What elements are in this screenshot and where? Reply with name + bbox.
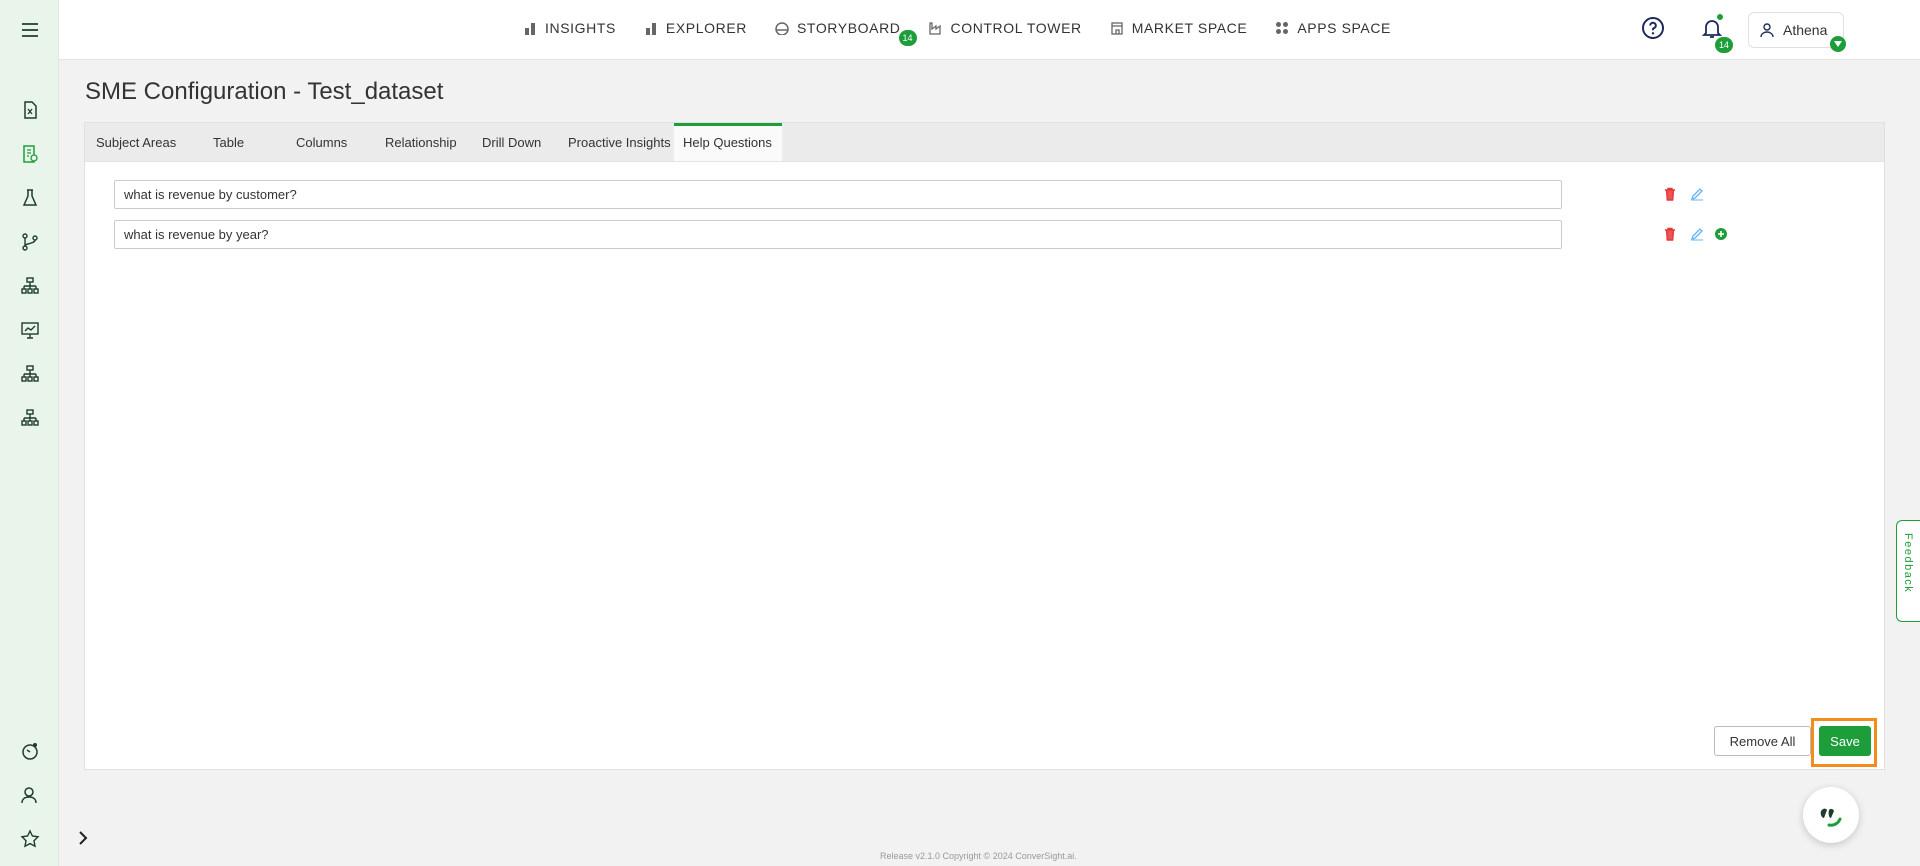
nav-apps-space[interactable]: APPS SPACE: [1275, 20, 1391, 36]
nav-label: MARKET SPACE: [1131, 20, 1248, 36]
save-button[interactable]: Save: [1819, 726, 1871, 756]
nav-market-space[interactable]: MARKET SPACE: [1110, 20, 1248, 36]
storyboard-badge: 14: [898, 30, 917, 46]
dashboard-icon: [775, 22, 789, 35]
feedback-label: Feedback: [1902, 533, 1914, 594]
chat-assistant-button[interactable]: [1803, 787, 1859, 843]
presentation-icon[interactable]: [18, 318, 42, 342]
users-icon[interactable]: [18, 783, 42, 807]
page-title: SME Configuration - Test_dataset: [85, 78, 444, 105]
report-document-icon[interactable]: [18, 142, 42, 166]
config-panel: Subject Areas Table Columns Relationship…: [84, 122, 1885, 770]
edit-icon[interactable]: [1690, 227, 1704, 241]
tab-label: Relationship: [385, 134, 457, 150]
left-sidebar: [0, 0, 59, 866]
factory-icon: [928, 22, 941, 35]
tab-table[interactable]: Table: [192, 123, 277, 161]
expand-sidebar-chevron-icon[interactable]: [71, 826, 95, 850]
user-icon: [1760, 23, 1774, 38]
notification-dot: [1717, 14, 1723, 20]
tab-columns[interactable]: Columns: [277, 123, 376, 161]
flask-icon[interactable]: [18, 186, 42, 210]
tab-label: Drill Down: [482, 134, 542, 150]
tab-subject-areas[interactable]: Subject Areas: [85, 123, 192, 161]
timer-icon[interactable]: [18, 739, 42, 763]
help-question-input[interactable]: [114, 220, 1562, 249]
delete-icon[interactable]: [1663, 187, 1677, 201]
tab-label: Help Questions: [683, 134, 772, 150]
help-question-input[interactable]: [114, 180, 1562, 209]
delete-icon[interactable]: [1663, 227, 1677, 241]
tab-label: Table: [213, 134, 245, 150]
nav-label: STORYBOARD: [796, 20, 901, 36]
footer-copyright: Release v2.1.0 Copyright © 2024 ConverSi…: [880, 851, 1077, 861]
branch-icon[interactable]: [18, 230, 42, 254]
edit-icon[interactable]: [1690, 187, 1704, 201]
grid-icon: [1276, 22, 1289, 34]
help-icon[interactable]: [1641, 16, 1665, 40]
notification-count-badge: 14: [1715, 37, 1733, 53]
feedback-tab[interactable]: Feedback: [1896, 520, 1920, 622]
config-tabs: Subject Areas Table Columns Relationship…: [85, 123, 1884, 162]
tab-help-questions[interactable]: Help Questions: [674, 123, 782, 161]
user-dropdown-caret-icon[interactable]: [1830, 36, 1846, 52]
hierarchy-icon[interactable]: [18, 274, 42, 298]
nav-explorer[interactable]: EXPLORER: [644, 20, 747, 36]
store-icon: [1111, 22, 1123, 35]
bar-chart-icon: [645, 23, 656, 35]
hierarchy-icon[interactable]: [18, 406, 42, 430]
nav-label: APPS SPACE: [1297, 20, 1391, 36]
star-icon[interactable]: [18, 827, 42, 851]
remove-all-button[interactable]: Remove All: [1714, 726, 1811, 756]
tab-relationship[interactable]: Relationship: [376, 123, 474, 161]
nav-label: EXPLORER: [665, 20, 747, 36]
formula-document-icon[interactable]: [18, 98, 42, 122]
nav-insights[interactable]: INSIGHTS: [523, 20, 616, 36]
tab-label: Proactive Insights: [568, 134, 671, 150]
nav-label: INSIGHTS: [545, 20, 616, 36]
bar-chart-icon: [525, 23, 535, 35]
tab-proactive-insights[interactable]: Proactive Insights: [562, 123, 674, 161]
chat-logo-icon: [1820, 808, 1842, 827]
nav-label: CONTROL TOWER: [950, 20, 1082, 36]
tab-label: Subject Areas: [96, 134, 177, 150]
tab-label: Columns: [296, 134, 348, 150]
tab-drill-down[interactable]: Drill Down: [474, 123, 562, 161]
add-circle-icon[interactable]: [1714, 227, 1728, 241]
hamburger-menu-icon[interactable]: [18, 18, 42, 42]
hierarchy-icon[interactable]: [18, 362, 42, 386]
nav-control-tower[interactable]: CONTROL TOWER: [928, 20, 1082, 36]
nav-storyboard[interactable]: STORYBOARD 14: [775, 20, 917, 46]
user-name: Athena: [1783, 22, 1828, 38]
main-nav: INSIGHTS EXPLORER STORYBOARD 14 CONTROL …: [523, 0, 1419, 56]
